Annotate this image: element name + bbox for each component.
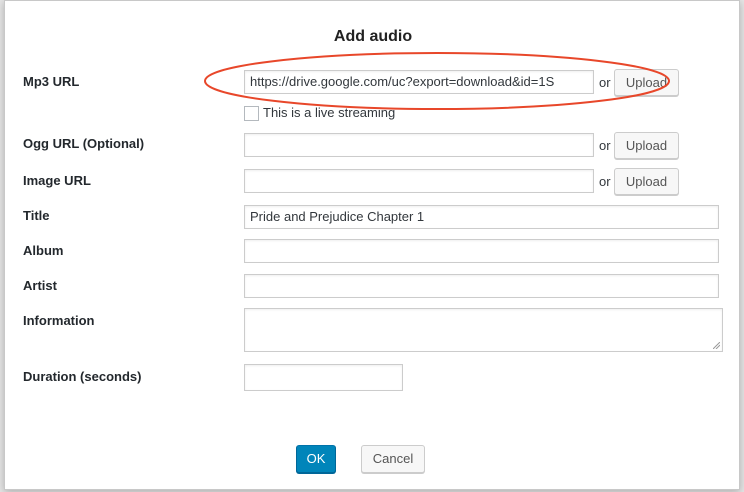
duration-input[interactable]	[244, 364, 403, 391]
ogg-upload-button[interactable]: Upload	[614, 132, 679, 159]
artist-label: Artist	[23, 278, 57, 293]
image-upload-button[interactable]: Upload	[614, 168, 679, 195]
dialog-title: Add audio	[333, 28, 413, 45]
information-textarea[interactable]	[244, 308, 723, 352]
mp3-url-label: Mp3 URL	[23, 74, 80, 89]
ok-button[interactable]: OK	[296, 445, 336, 473]
image-url-input[interactable]	[244, 169, 594, 193]
or-text: or	[599, 174, 611, 189]
title-input[interactable]: Pride and Prejudice Chapter 1	[244, 205, 719, 229]
image-url-label: Image URL	[23, 173, 91, 188]
title-label: Title	[23, 208, 50, 223]
or-text: or	[599, 75, 611, 90]
add-audio-dialog: Add audio Mp3 URL https://drive.google.c…	[4, 0, 740, 490]
live-streaming-label: This is a live streaming	[263, 105, 396, 120]
duration-label: Duration (seconds)	[23, 369, 142, 384]
artist-input[interactable]	[244, 274, 719, 298]
resize-grip-icon[interactable]	[713, 342, 720, 349]
mp3-upload-button[interactable]: Upload	[614, 69, 679, 96]
mp3-url-input[interactable]: https://drive.google.com/uc?export=downl…	[244, 70, 594, 94]
live-streaming-checkbox[interactable]	[244, 106, 259, 121]
ogg-url-label: Ogg URL (Optional)	[23, 136, 145, 151]
or-text: or	[599, 138, 611, 153]
cancel-button[interactable]: Cancel	[361, 445, 425, 473]
ogg-url-input[interactable]	[244, 133, 594, 157]
information-label: Information	[23, 313, 95, 328]
album-label: Album	[23, 243, 64, 258]
album-input[interactable]	[244, 239, 719, 263]
